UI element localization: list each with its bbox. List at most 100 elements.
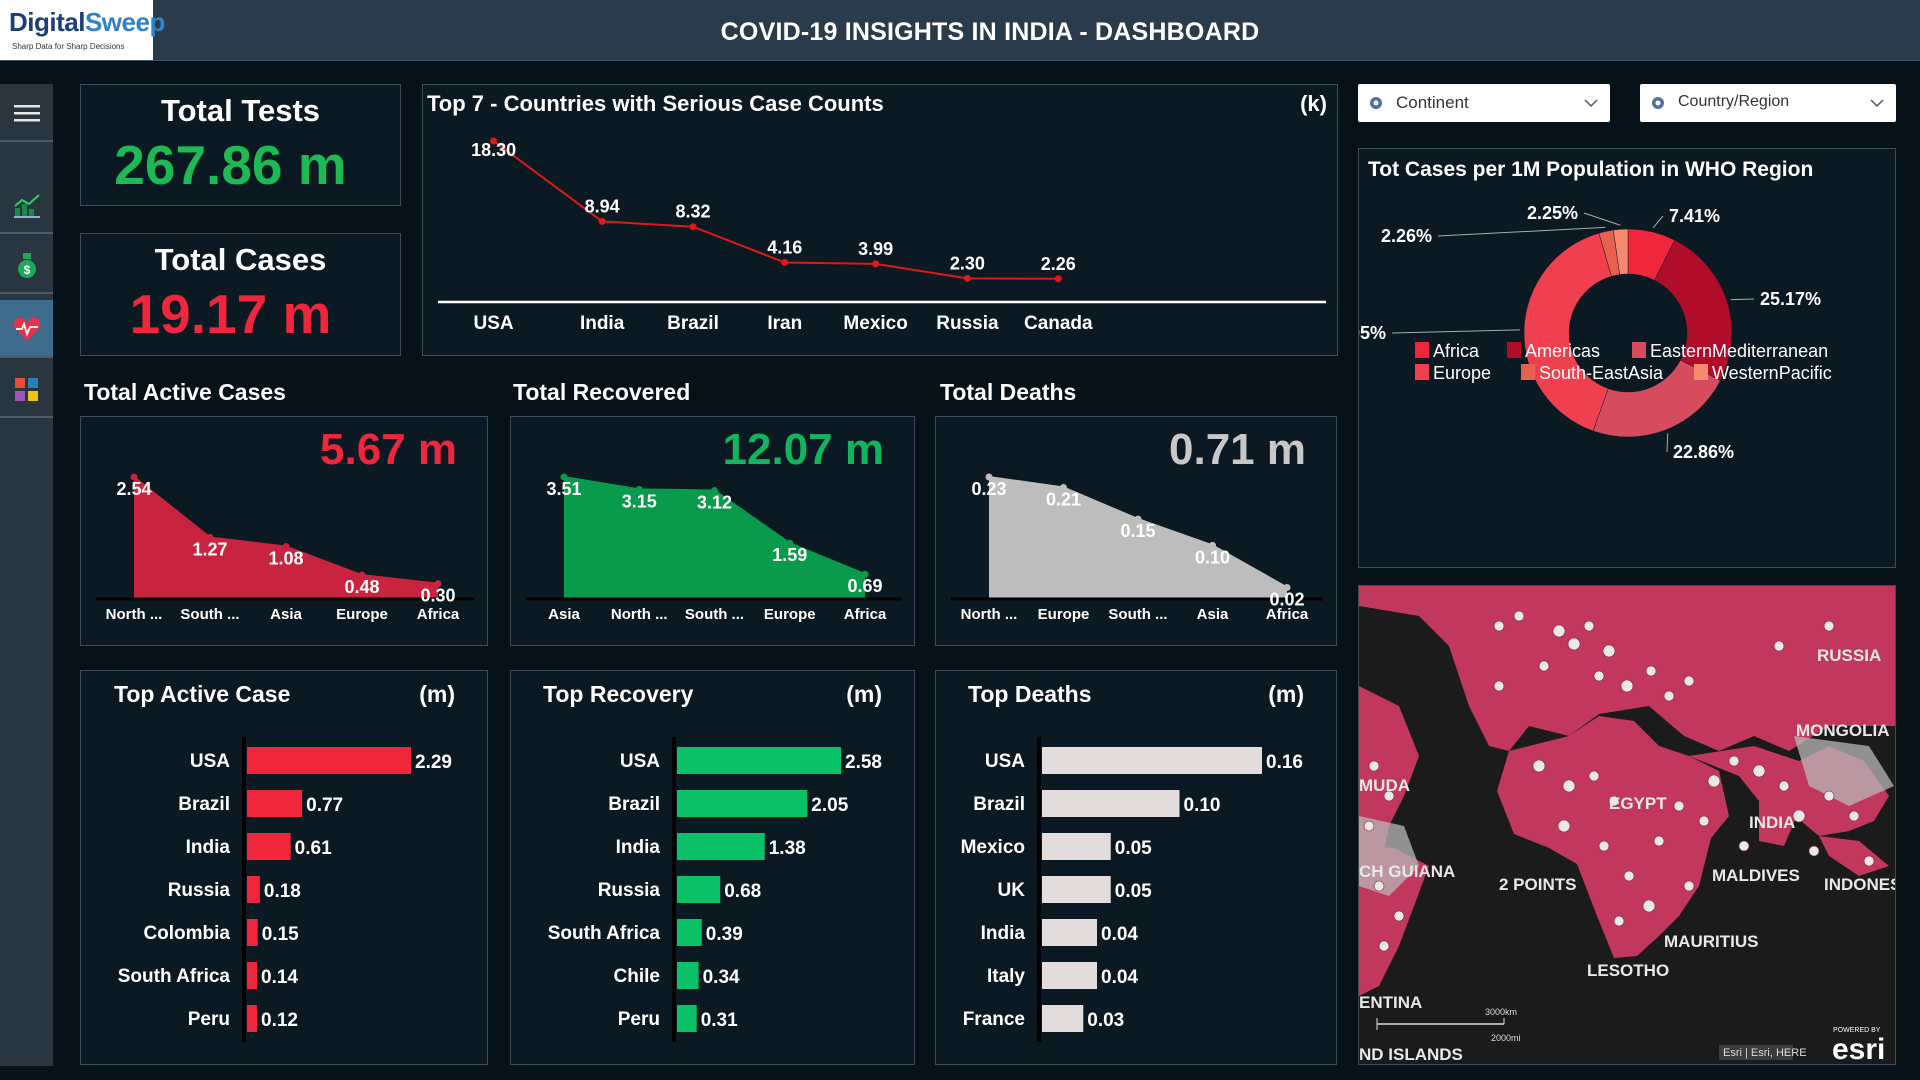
- serious-category-label: USA: [474, 313, 514, 334]
- top-active-value-label: 0.14: [261, 967, 298, 988]
- country-region-filter[interactable]: Country/Region: [1640, 84, 1896, 122]
- deaths-category-label: Europe: [1038, 606, 1090, 623]
- top-recovery-value-label: 1.38: [769, 838, 806, 859]
- active-cases-data-label: 0.30: [420, 586, 455, 606]
- recovered-category-label: Asia: [548, 606, 580, 623]
- who-slice-label: 22.86%: [1673, 442, 1734, 462]
- map-canvas[interactable]: RUSSIA MONGOLIA MUDA EGYPT INDIA CH GUIA…: [1359, 586, 1896, 1065]
- map-label-muda: MUDA: [1359, 776, 1410, 795]
- top-deaths-bar: [1042, 919, 1097, 946]
- serious-point: [872, 260, 880, 268]
- serious-data-label: 2.30: [950, 253, 985, 273]
- top-active-value-label: 0.18: [264, 881, 301, 902]
- top-deaths-bar: [1042, 790, 1180, 817]
- map-label-mauritius: MAURITIUS: [1664, 932, 1758, 951]
- sidebar-item-finance[interactable]: $: [0, 236, 53, 294]
- country-region-filter-label: Country/Region: [1678, 93, 1790, 110]
- serious-data-label: 2.26: [1041, 254, 1076, 274]
- money-bag-icon: $: [18, 253, 36, 278]
- sidebar-item-health[interactable]: [0, 300, 53, 358]
- recovered-data-label: 1.59: [772, 545, 807, 565]
- total-cases-card: Total Cases 19.17 m: [80, 233, 401, 356]
- deaths-data-label: 0.10: [1195, 547, 1230, 567]
- top-recovery-category-label: South Africa: [548, 923, 661, 944]
- active-cases-category-label: Asia: [270, 606, 302, 623]
- sidebar-item-chart[interactable]: [0, 176, 53, 234]
- esri-logo: esri: [1832, 1033, 1885, 1065]
- continent-filter[interactable]: Continent: [1358, 84, 1610, 122]
- top-active-bar: [247, 919, 258, 946]
- serious-point: [963, 274, 971, 282]
- serious-point: [1054, 275, 1062, 283]
- serious-category-label: Mexico: [843, 313, 907, 334]
- map-label-egypt: EGYPT: [1609, 794, 1667, 813]
- active-cases-title: Total Active Cases: [84, 379, 286, 405]
- recovered-data-label: 3.12: [697, 492, 732, 512]
- map-label-maldives: MALDIVES: [1712, 866, 1800, 885]
- top-active-value-label: 2.29: [415, 752, 452, 773]
- top-deaths-bar: [1042, 962, 1097, 989]
- top-active-bar: [247, 747, 411, 774]
- who-leader-line: [1666, 433, 1669, 453]
- map-label-indonesia: INDONES: [1824, 875, 1896, 894]
- active-cases-area-fill: [134, 477, 438, 598]
- top-deaths-value-label: 0.03: [1087, 1010, 1124, 1031]
- heart-pulse-icon: [13, 317, 41, 341]
- active-cases-card: 5.67 m 2.54 North ... 1.27 South ... 1.08 Asi…: [80, 416, 488, 646]
- settings-icon: [1370, 97, 1382, 109]
- top-deaths-value-label: 0.05: [1115, 881, 1152, 902]
- chevron-down-icon: [1870, 99, 1884, 108]
- top-recovery-value-label: 0.34: [703, 967, 740, 988]
- recovered-data-label: 0.69: [847, 576, 882, 596]
- top-recovery-category-label: Peru: [618, 1009, 660, 1030]
- deaths-category-label: Africa: [1266, 606, 1309, 623]
- serious-data-label: 18.30: [471, 140, 516, 160]
- top-active-bar: [247, 790, 303, 817]
- top-deaths-category-label: Mexico: [961, 837, 1025, 858]
- who-legend-label: Africa: [1433, 341, 1480, 361]
- active-cases-category-label: Africa: [417, 606, 460, 623]
- top-recovery-bar: [677, 747, 841, 774]
- who-legend-label: South-EastAsia: [1539, 363, 1664, 383]
- top-active-card: Top Active Case (m) USA 2.29 Brazil 0.77 Ind…: [80, 670, 488, 1065]
- top-deaths-value-label: 0.05: [1115, 838, 1152, 859]
- sidebar-item-menu[interactable]: [0, 84, 53, 142]
- serious-data-label: 3.99: [858, 239, 893, 259]
- top-deaths-category-label: Italy: [987, 966, 1025, 987]
- active-cases-data-label: 2.54: [116, 479, 151, 499]
- who-region-donut-chart: 7.41% 25.17% 22.86% 40.05% 2.26% 2.25% Africa A…: [1359, 203, 1832, 462]
- recovered-data-label: 3.15: [622, 491, 657, 511]
- serious-cases-chart: 18.30 USA 8.94 India 8.32 Brazil 4.16 Iran 3.99 M…: [438, 137, 1326, 334]
- top-recovery-chart: USA 2.58 Brazil 2.05 India 1.38 Russia 0.68 Sout…: [548, 737, 882, 1042]
- top-bar: DigitalSweep Sharp Data for Sharp Decisi…: [0, 0, 1920, 61]
- total-cases-label: Total Cases: [154, 242, 327, 277]
- who-slice-label: 40.05%: [1359, 323, 1386, 343]
- world-map[interactable]: RUSSIA MONGOLIA MUDA EGYPT INDIA CH GUIA…: [1358, 585, 1896, 1065]
- total-tests-card: Total Tests 267.86 m: [80, 84, 401, 206]
- top-deaths-card: Top Deaths (m) USA 0.16 Brazil 0.10 Mexico 0.…: [935, 670, 1337, 1065]
- recovered-data-label: 3.51: [546, 479, 581, 499]
- sidebar-item-apps[interactable]: [0, 360, 53, 418]
- scale-km: 3000km: [1485, 1007, 1517, 1017]
- top-recovery-bar: [677, 833, 765, 860]
- top-active-value-label: 0.12: [261, 1010, 298, 1031]
- top-deaths-value-label: 0.16: [1266, 752, 1303, 773]
- top-recovery-bar: [677, 962, 699, 989]
- top-active-bar: [247, 962, 258, 989]
- menu-icon: [14, 105, 40, 122]
- map-label-islands: ND ISLANDS: [1359, 1045, 1463, 1064]
- top-deaths-category-label: France: [963, 1009, 1025, 1030]
- serious-data-label: 8.94: [585, 196, 620, 216]
- continent-filter-label: Continent: [1396, 93, 1469, 112]
- top-active-category-label: Russia: [168, 880, 231, 901]
- who-leader-line: [1437, 226, 1606, 237]
- serious-point: [598, 217, 606, 225]
- top-recovery-value-label: 0.31: [701, 1010, 738, 1031]
- top-active-value-label: 0.77: [306, 795, 343, 816]
- top-deaths-value-label: 0.04: [1101, 967, 1138, 988]
- recovered-category-label: Africa: [844, 606, 887, 623]
- active-cases-category-label: North ...: [106, 606, 163, 623]
- who-legend-swatch: [1632, 342, 1646, 358]
- top-active-category-label: India: [186, 837, 231, 858]
- who-leader-line: [1391, 329, 1521, 334]
